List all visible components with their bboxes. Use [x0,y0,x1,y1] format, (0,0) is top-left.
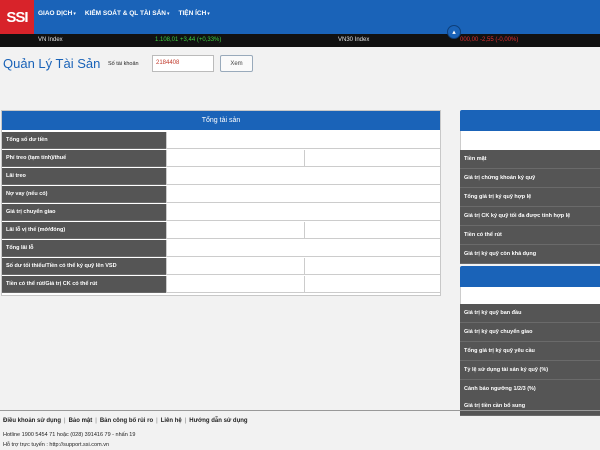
footer-separator: | [64,418,66,424]
nav-item-label: TIỆN ÍCH [178,10,207,17]
row-value [166,186,440,203]
footer-separator: | [95,418,97,424]
support-link[interactable]: Hỗ trợ trực tuyến : http://support.ssi.c… [3,442,109,448]
footer-separator: | [156,418,158,424]
side-row: Tỷ lệ sử dụng tài sản ký quỹ (%) [460,361,600,380]
row-value [166,222,304,239]
footer-link-terms[interactable]: Điều khoản sử dụng [3,418,61,424]
vn-index-label: VN Index [38,37,63,43]
table-row: Phí treo (tạm tính)/thuế [2,150,440,167]
row-value [166,258,304,275]
top-navbar: SSI GIAO DỊCH▾ KIỂM SOÁT & QL TÀI SẢN▾ T… [0,0,600,34]
vn30-index-value: 000,00 -2,55 (-0,00%) [460,37,519,43]
side-row: Tổng giá trị ký quỹ yêu cầu [460,342,600,361]
footer-divider [0,410,600,411]
panel-spacer [460,287,600,304]
total-assets-panel: Tổng tài sản Tổng số dư tiền Phí treo (t… [1,110,441,296]
row-label: Nợ vay (nếu có) [2,186,166,203]
side-row: Giá trị chứng khoán ký quỹ [460,169,600,188]
side-row: Giá trị tiền cần bổ sung [460,397,600,416]
ssi-logo[interactable]: SSI [0,0,34,34]
row-value [304,222,440,239]
table-row: Lãi lỗ vị thế (mở/đóng) [2,222,440,239]
row-label: Lãi lỗ vị thế (mở/đóng) [2,222,166,239]
side-row: Tiền mặt [460,150,600,169]
side-row: Giá trị ký quỹ ban đầu [460,304,600,323]
row-label: Giá trị chuyển giao [2,204,166,221]
table-row: Tổng số dư tiền [2,132,440,149]
vn-index-value: 1.108,01 +3,44 (+0,33%) [155,37,222,43]
account-number-input[interactable]: 2184408 [152,55,214,72]
panel-title: Tổng tài sản [2,111,440,130]
side-row: Giá trị CK ký quỹ tối đa được tính hợp l… [460,207,600,226]
row-label: Tổng lãi lỗ [2,240,166,257]
chevron-down-icon: ▾ [166,11,170,17]
row-label: Phí treo (tạm tính)/thuế [2,150,166,167]
row-value [304,276,440,293]
nav-item-label: KIỂM SOÁT & QL TÀI SẢN [84,10,166,17]
footer-link-user-guide[interactable]: Hướng dẫn sử dụng [189,418,247,424]
row-value [304,258,440,275]
chevron-up-icon: ▴ [452,29,456,36]
row-value [166,204,440,221]
row-label: Tổng số dư tiền [2,132,166,149]
nav-item-kiem-soat[interactable]: KIỂM SOÁT & QL TÀI SẢN▾ [85,10,170,17]
row-label: Lãi treo [2,168,166,185]
row-value [166,132,440,149]
nav-item-giao-dich[interactable]: GIAO DỊCH▾ [38,10,76,17]
table-row: Giá trị chuyển giao [2,204,440,221]
margin-panel-header [460,110,600,131]
row-value [166,150,304,167]
table-row: Tiền có thể rút/Giá trị CK có thể rút [2,276,440,293]
footer-link-privacy[interactable]: Bảo mật [69,418,93,424]
row-value [166,240,440,257]
page-title: Quản Lý Tài Sản [3,56,101,71]
hotline-text: Hotline 1900 5454 71 hoặc (028) 391416 7… [3,432,136,438]
nav-item-tien-ich[interactable]: TIỆN ÍCH▾ [178,10,209,17]
chevron-down-icon: ▾ [73,11,76,17]
ticker-toggle-button[interactable]: ▴ [447,25,461,39]
table-row: Tổng lãi lỗ [2,240,440,257]
index-ticker: VN Index 1.108,01 +3,44 (+0,33%) VN30 In… [0,34,600,47]
side-row: Giá trị ký quỹ chuyển giao [460,323,600,342]
view-button[interactable]: Xem [220,55,253,72]
footer-links: Điều khoản sử dụng | Bảo mật | Bản công … [3,418,248,424]
account-label: Số tài khoản [108,61,139,67]
row-value [166,276,304,293]
row-label: Tiền có thể rút/Giá trị CK có thể rút [2,276,166,293]
row-label: Số dư tối thiểu/Tiền có thể ký quỹ lên V… [2,258,166,275]
main-nav: GIAO DỊCH▾ KIỂM SOÁT & QL TÀI SẢN▾ TIỆN … [38,10,210,17]
table-row: Nợ vay (nếu có) [2,186,440,203]
footer-link-risk-disclosure[interactable]: Bản công bố rủi ro [100,418,153,424]
chevron-down-icon: ▾ [207,11,210,17]
row-value [166,168,440,185]
side-row: Tổng giá trị ký quỹ hợp lệ [460,188,600,207]
row-value [304,150,440,167]
table-row: Số dư tối thiểu/Tiền có thể ký quỹ lên V… [2,258,440,275]
side-row: Giá trị ký quỹ còn khả dụng [460,245,600,264]
nav-item-label: GIAO DỊCH [38,10,73,17]
footer-separator: | [184,418,187,424]
table-row: Lãi treo [2,168,440,185]
panel-spacer [460,131,600,150]
margin-requirement-panel-header [460,266,600,287]
side-row: Tiền có thể rút [460,226,600,245]
vn30-index-label: VN30 Index [338,37,370,43]
footer-link-contact[interactable]: Liên hệ [161,418,182,424]
